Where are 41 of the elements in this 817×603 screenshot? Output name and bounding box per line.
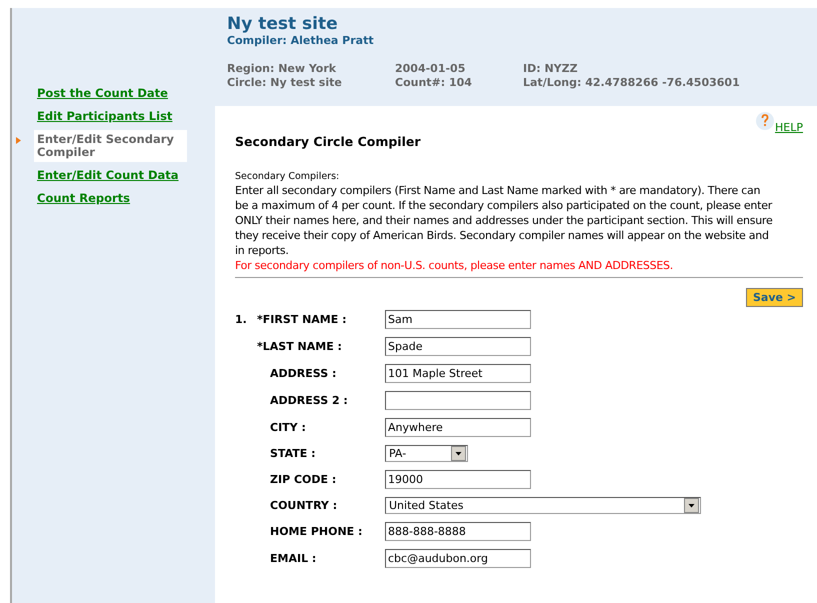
field-label: EMAIL : [269, 552, 318, 565]
field-label: ADDRESS : [269, 367, 338, 380]
sidebar-link[interactable]: Count Reports [12, 189, 215, 208]
field-label: HOME PHONE : [269, 525, 364, 538]
field-label: COUNTRY : [269, 499, 338, 512]
intro-label: Secondary Compilers: [235, 171, 340, 182]
sidebar-link[interactable]: Enter/Edit Count Data [12, 166, 215, 185]
input-field[interactable]: 19000 [385, 470, 531, 489]
input-field[interactable]: 101 Maple Street [385, 364, 531, 383]
field-label: ADDRESS 2 : [269, 394, 349, 407]
section-heading: Secondary Circle Compiler [235, 134, 422, 149]
entry-number: 1. [235, 313, 247, 326]
help-icon [756, 112, 774, 130]
warning-text: For secondary compilers of non-U.S. counts, please enter names AND ADDRESSES. [235, 258, 674, 273]
help-link[interactable]: HELP [775, 121, 803, 134]
input-field[interactable]: cbc@audubon.org [385, 549, 531, 568]
dropdown[interactable]: PA- [385, 445, 468, 462]
meta-text: Circle: Ny test site [227, 76, 343, 90]
field-label: STATE : [269, 447, 316, 460]
compiler-name: Compiler: Alethea Pratt [227, 34, 375, 47]
sidebar-link[interactable]: Post the Count Date [12, 84, 215, 103]
field-label: *LAST NAME : [257, 340, 343, 353]
save-button[interactable]: Save > [746, 288, 803, 307]
field-label: CITY : [269, 421, 307, 434]
meta-text: Lat/Long: 42.4788266 -76.4503601 [523, 76, 740, 90]
input-field[interactable]: 888-888-8888 [385, 522, 531, 541]
meta-text: Count#: 104 [395, 76, 473, 90]
meta-text: 2004-01-05 [395, 62, 466, 76]
input-field[interactable] [385, 391, 531, 410]
sidebar-link[interactable]: Edit Participants List [12, 107, 215, 126]
meta-text: ID: NYZZ [523, 62, 579, 76]
intro-paragraph: Enter all secondary compilers (First Name and Last Name marked with * are mandatory). There can be a maximum of 4 per count. If the secondary compilers also participated on the count, please enter ONLY their names here, and their names and addresses under the participant section. This will ensure they receive their copy of American Birds. Secondary compiler names will appear on the website and in reports. [235, 183, 774, 258]
meta-text: Region: New York [227, 62, 338, 76]
bullet-icon [16, 137, 21, 144]
dropdown[interactable]: United States [385, 497, 701, 514]
input-field[interactable]: Spade [385, 337, 531, 356]
input-field[interactable]: Sam [385, 310, 531, 329]
site-title: Ny test site [227, 14, 339, 34]
field-label: *FIRST NAME : [257, 313, 348, 326]
input-field[interactable]: Anywhere [385, 418, 531, 437]
field-label: ZIP CODE : [269, 473, 338, 486]
